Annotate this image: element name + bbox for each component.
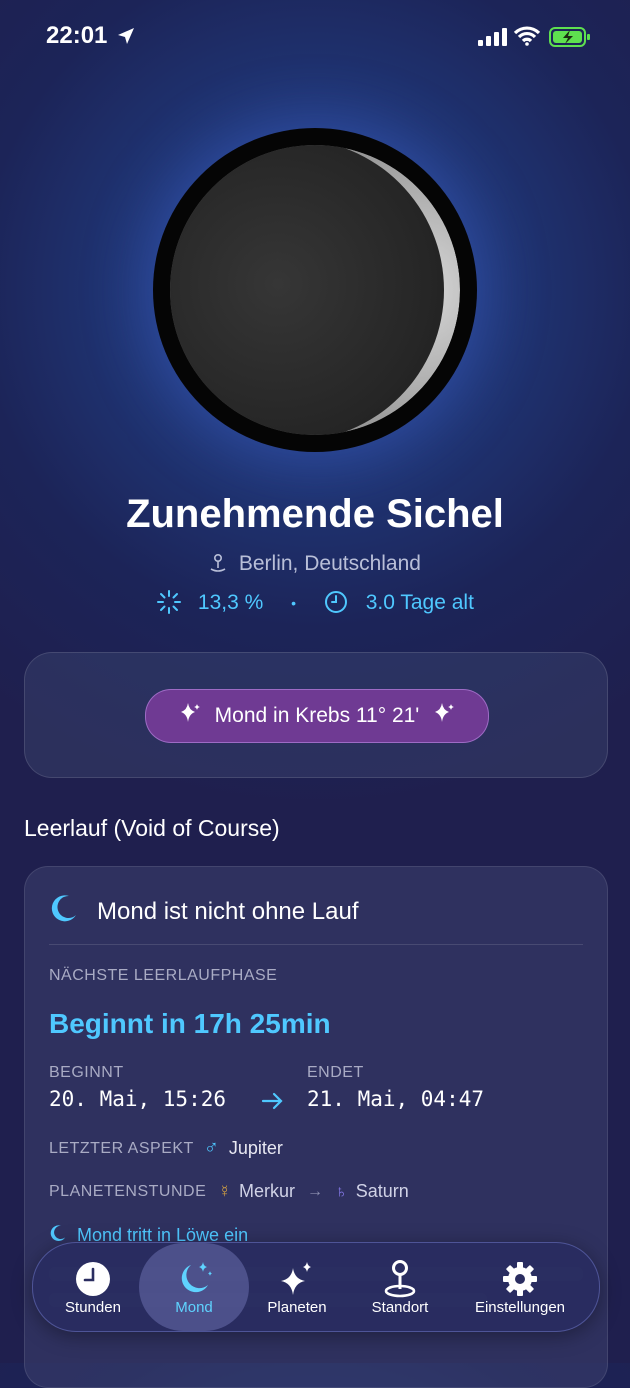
voc-status-text: Mond ist nicht ohne Lauf (97, 897, 359, 925)
status-bar: 22:01 (0, 0, 630, 70)
ends-label: ENDET (307, 1064, 364, 1081)
sparkles-icon (279, 1259, 315, 1299)
status-time: 22:01 (46, 22, 108, 49)
moon-stats: 13,3 % • 3.0 Tage alt (0, 589, 630, 617)
moon-disc (170, 145, 460, 435)
tab-stunden[interactable]: Stunden (41, 1243, 145, 1331)
next-phase-value: Beginnt in 17h 25min (49, 1008, 331, 1039)
tab-label: Standort (371, 1298, 429, 1316)
location-text: Berlin, Deutschland (238, 552, 421, 575)
moon-sign-card: Mond in Krebs 11° 21' (24, 652, 608, 778)
illumination-icon (156, 589, 182, 617)
tab-label: Einstellungen (474, 1298, 566, 1316)
moon-age-value: 3.0 Tage alt (365, 591, 474, 614)
stats-separator: • (291, 595, 297, 611)
mars-symbol-icon: ♂ (203, 1137, 219, 1159)
location-pin-icon (382, 1259, 418, 1299)
voc-status-row: Mond ist nicht ohne Lauf (49, 893, 359, 930)
last-aspect-row: LETZTER ASPEKT ♂ Jupiter (49, 1137, 283, 1160)
tab-einstellungen[interactable]: Einstellungen (461, 1243, 579, 1331)
arrow-icon: → (307, 1182, 324, 1200)
arrow-right-icon (261, 1091, 285, 1117)
tab-label: Stunden (65, 1298, 121, 1316)
moon-phase-image (153, 128, 477, 452)
page-title: Zunehmende Sichel (126, 492, 504, 536)
ends-value: 21. Mai, 04:47 (307, 1087, 485, 1111)
location-arrow-icon (116, 26, 136, 51)
planet-hour-to: Saturn (355, 1181, 409, 1201)
tab-standort[interactable]: Standort (349, 1243, 451, 1331)
battery-charging-icon (549, 26, 591, 53)
tab-label: Planeten (267, 1298, 327, 1316)
planet-hour-label: PLANETENSTUNDE (49, 1182, 207, 1200)
moon-sign-label: Mond in Krebs 11° 21' (214, 704, 420, 727)
tab-bar: Stunden Mond Planeten Standort Einstellu… (32, 1242, 600, 1332)
divider (49, 944, 583, 945)
tab-mond[interactable]: Mond (139, 1243, 249, 1331)
last-aspect-label: LETZTER ASPEKT (49, 1139, 194, 1157)
crescent-moon-icon (49, 893, 79, 930)
next-phase-label: NÄCHSTE LEERLAUFPHASE (49, 967, 278, 984)
saturn-symbol-icon: ♄ (335, 1181, 348, 1201)
gear-icon (501, 1259, 539, 1299)
location-pin-icon (209, 553, 227, 579)
illumination-value: 13,3 % (197, 591, 264, 614)
begins-value: 20. Mai, 15:26 (49, 1087, 227, 1111)
wifi-icon (513, 26, 541, 51)
begins-label: BEGINNT (49, 1064, 124, 1081)
tab-planeten[interactable]: Planeten (247, 1243, 347, 1331)
planet-hour-row: PLANETENSTUNDE ☿ Merkur → ♄ Saturn (49, 1181, 409, 1202)
last-aspect-value: Jupiter (228, 1138, 283, 1158)
mercury-symbol-icon: ☿ (218, 1181, 231, 1201)
location-row: Berlin, Deutschland (0, 552, 630, 579)
sparkle-icon (433, 702, 455, 730)
clock-icon (324, 590, 348, 616)
planet-hour-from: Merkur (239, 1181, 296, 1201)
clock-icon (75, 1259, 111, 1299)
moon-stars-icon (174, 1259, 214, 1299)
tab-label: Mond (175, 1298, 213, 1316)
moon-sign-pill[interactable]: Mond in Krebs 11° 21' (145, 689, 489, 743)
section-title-void-of-course: Leerlauf (Void of Course) (24, 815, 280, 841)
sparkle-icon (179, 702, 201, 730)
cellular-signal-icon (478, 28, 508, 51)
